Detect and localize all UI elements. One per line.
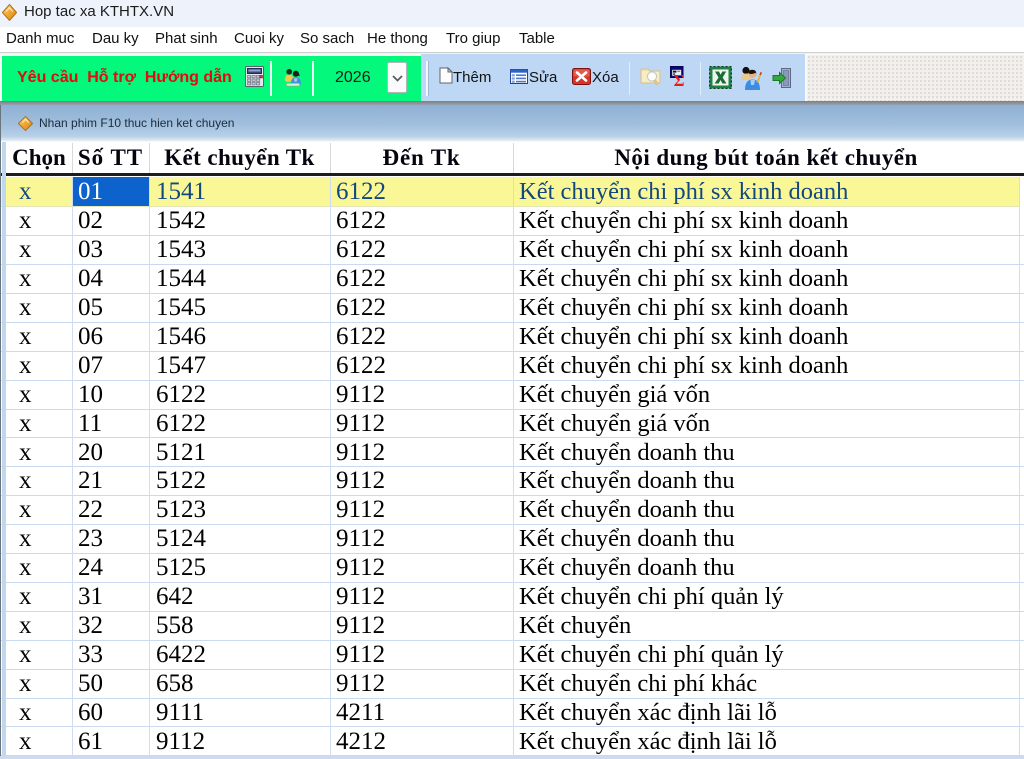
svg-text:Σ: Σ <box>674 71 685 87</box>
